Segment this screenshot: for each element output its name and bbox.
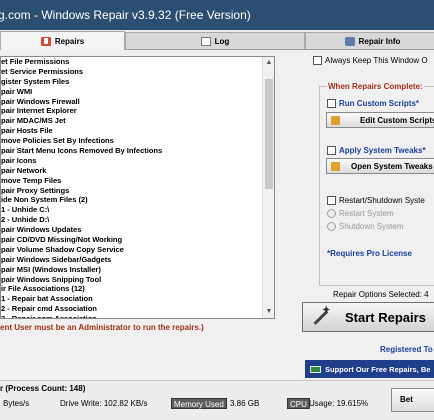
always-keep-label: Always Keep This Window O [325, 56, 428, 65]
repair-options-selected: Repair Options Selected: 4 [333, 290, 429, 299]
support-label: Support Our Free Repairs, Be [325, 364, 431, 374]
scroll-thumb[interactable] [265, 79, 273, 189]
repair-item[interactable]: pair Windows Firewall [1, 97, 265, 107]
restart-system-label: Restart System [339, 209, 394, 218]
edit-custom-scripts-button[interactable]: Edit Custom Scripts [326, 112, 434, 128]
repairs-list[interactable]: et File Permissions et Service Permission… [0, 56, 275, 319]
scroll-up-icon[interactable]: ▲ [263, 57, 274, 69]
process-count: r (Process Count: 148) [0, 384, 86, 393]
apply-system-tweaks-label: Apply System Tweaks* [339, 146, 426, 155]
shutdown-system-radio[interactable] [327, 222, 336, 231]
repair-icon [40, 36, 51, 46]
cpu-label: CPU [287, 398, 310, 409]
disk-write-rate: Drive Write: 102.82 KB/s [60, 399, 148, 408]
tab-repair-info[interactable]: Repair Info [305, 32, 434, 49]
repair-item[interactable]: et File Permissions [1, 57, 265, 67]
repair-item[interactable]: pair Network [1, 166, 265, 176]
open-system-tweaks-label: Open System Tweaks [351, 161, 433, 171]
edit-custom-scripts-label: Edit Custom Scripts [360, 115, 434, 125]
repair-item[interactable]: gister System Files [1, 77, 265, 87]
apply-system-tweaks-checkbox[interactable] [327, 146, 336, 155]
repair-item[interactable]: pair CD/DVD Missing/Not Working [1, 235, 265, 245]
repairs-list-items: et File Permissions et Service Permission… [1, 57, 265, 318]
open-system-tweaks-button[interactable]: Open System Tweaks [326, 158, 434, 174]
repair-item[interactable]: pair Hosts File [1, 126, 265, 136]
beta-button[interactable]: Bet [391, 388, 434, 412]
money-icon [310, 365, 321, 373]
tab-repairs[interactable]: Repairs [0, 31, 125, 50]
repair-item[interactable]: move Policies Set By Infections [1, 136, 265, 146]
vertical-scrollbar[interactable]: ▲ ▼ [262, 57, 274, 318]
scroll-down-icon[interactable]: ▼ [263, 306, 274, 318]
repair-item[interactable]: pair Internet Explorer [1, 106, 265, 116]
run-custom-scripts-checkbox[interactable] [327, 99, 336, 108]
memory-used-label: Memory Used [171, 398, 227, 409]
repair-item[interactable]: pair WMI [1, 87, 265, 97]
tab-label: Log [214, 36, 230, 46]
repair-item[interactable]: pair Proxy Settings [1, 186, 265, 196]
repair-item[interactable]: 2 - Repair cmd Association [1, 304, 265, 314]
restart-system-radio[interactable] [327, 209, 336, 218]
disk-read-rate: Bytes/s [3, 399, 30, 408]
repair-item[interactable]: 2 - Unhide D:\ [1, 215, 265, 225]
shutdown-system-label: Shutdown System [339, 222, 404, 231]
window-title: g.com - Windows Repair v3.9.32 (Free Ver… [0, 8, 251, 22]
tab-label: Repair Info [358, 36, 401, 46]
admin-warning: ent User must be an Administrator to run… [0, 323, 204, 332]
log-icon [200, 36, 211, 46]
repair-item[interactable]: ide Non System Files (2) [1, 195, 265, 205]
tab-log[interactable]: Log [125, 32, 305, 49]
support-button[interactable]: Support Our Free Repairs, Be [305, 360, 434, 378]
repair-item[interactable]: move Temp Files [1, 176, 265, 186]
tab-label: Repairs [54, 36, 85, 46]
repair-item[interactable]: et Service Permissions [1, 67, 265, 77]
repair-item[interactable]: pair Icons [1, 156, 265, 166]
repair-item[interactable]: pair Start Menu Icons Removed By Infecti… [1, 146, 265, 156]
cpu-usage: Usage: 19.615% [309, 399, 369, 408]
requires-pro-note: *Requires Pro License [327, 249, 412, 258]
run-custom-scripts-label: Run Custom Scripts* [339, 99, 420, 108]
script-icon [331, 115, 340, 125]
tweaks-icon [331, 161, 340, 171]
when-complete-title: When Repairs Complete: [327, 82, 424, 91]
repair-item[interactable]: 1 - Repair bat Association [1, 294, 265, 304]
info-icon [344, 36, 355, 46]
always-keep-checkbox[interactable] [313, 56, 322, 65]
title-bar: g.com - Windows Repair v3.9.32 (Free Ver… [0, 0, 434, 30]
start-repairs-label: Start Repairs [345, 309, 426, 325]
repair-item[interactable]: pair Volume Shadow Copy Service [1, 245, 265, 255]
repair-item[interactable]: 1 - Unhide C:\ [1, 205, 265, 215]
registered-to-label: Registered To [380, 345, 433, 354]
restart-shutdown-checkbox[interactable] [327, 196, 336, 205]
restart-shutdown-label: Restart/Shutdown Syste [339, 196, 425, 205]
repair-item[interactable]: pair Windows Updates [1, 225, 265, 235]
repair-item[interactable]: ir File Associations (12) [1, 284, 265, 294]
tab-bar: Repairs Log Repair Info [0, 30, 434, 50]
repair-item[interactable]: pair MDAC/MS Jet [1, 116, 265, 126]
repair-item[interactable]: pair Windows Snipping Tool [1, 275, 265, 285]
repair-item[interactable]: pair MSI (Windows Installer) [1, 265, 265, 275]
memory-used-value: 3.86 GB [230, 399, 260, 408]
start-repairs-button[interactable]: Start Repairs [302, 302, 434, 332]
repair-item[interactable]: pair Windows Sidebar/Gadgets [1, 255, 265, 265]
magic-wand-icon [309, 305, 331, 328]
repair-item[interactable]: 3 - Repair com Association [1, 314, 265, 318]
